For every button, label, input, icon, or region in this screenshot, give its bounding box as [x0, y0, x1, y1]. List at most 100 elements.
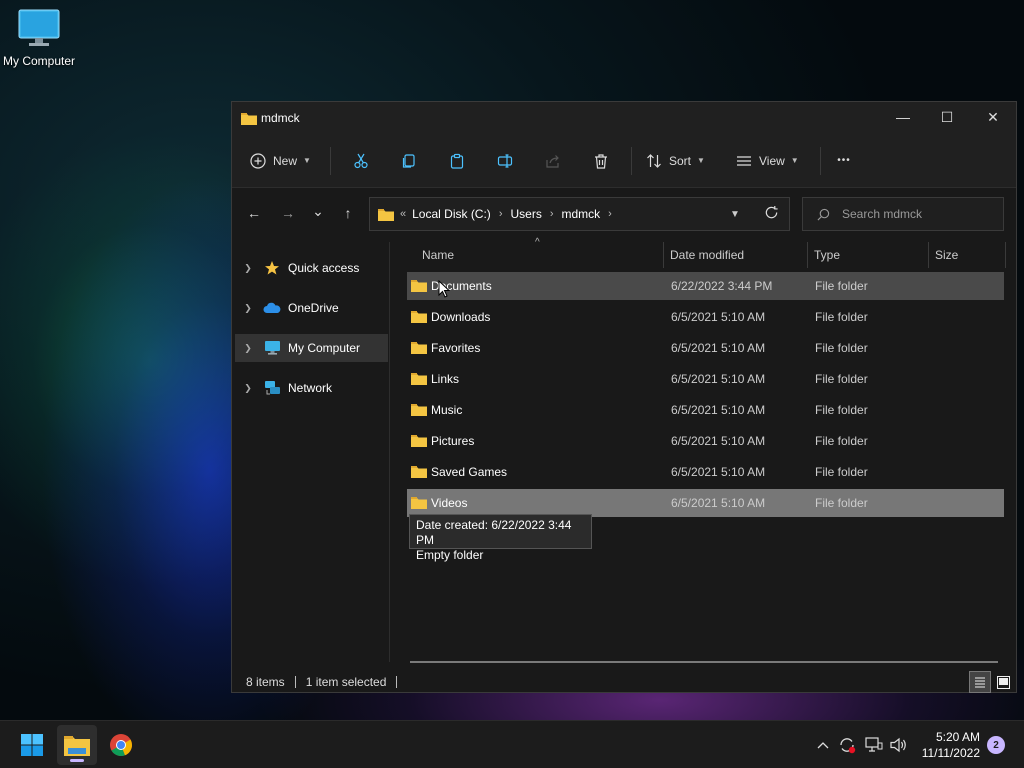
toolbar-divider — [820, 146, 821, 175]
network-icon — [261, 380, 283, 396]
folder-icon — [378, 208, 394, 221]
title-bar[interactable]: mdmck — ☐ ✕ — [232, 102, 1016, 134]
minimize-button[interactable]: — — [880, 102, 926, 132]
table-row[interactable]: Favorites 6/5/2021 5:10 AM File folder — [407, 334, 1004, 362]
file-name: Music — [431, 403, 463, 417]
volume-button[interactable] — [889, 735, 909, 755]
search-icon — [817, 208, 830, 220]
file-type: File folder — [815, 434, 868, 448]
taskbar-file-explorer[interactable] — [57, 725, 97, 765]
desktop-icon-label: My Computer — [2, 54, 76, 68]
rename-button[interactable] — [481, 145, 529, 177]
sync-status-button[interactable] — [837, 735, 857, 755]
breadcrumb-local-disk[interactable]: Local Disk (C:) — [412, 207, 491, 221]
column-divider[interactable] — [928, 242, 929, 268]
column-divider[interactable] — [663, 242, 664, 268]
expand-chevron-icon[interactable]: ❯ — [237, 303, 259, 314]
address-history-dropdown[interactable]: ▼ — [730, 209, 740, 220]
column-header-size[interactable]: Size — [935, 242, 995, 268]
delete-button[interactable] — [577, 145, 625, 177]
file-explorer-window: mdmck — ☐ ✕ New ▼ Sort ▼ View ▼ ••• ← → … — [231, 101, 1017, 693]
new-button[interactable]: New ▼ — [250, 145, 324, 177]
status-divider — [294, 676, 296, 688]
search-placeholder: Search mdmck — [842, 207, 923, 221]
sort-button[interactable]: Sort ▼ — [638, 145, 726, 177]
horizontal-scrollbar[interactable] — [410, 661, 998, 663]
cut-button[interactable] — [337, 145, 385, 177]
column-header-date-modified[interactable]: Date modified — [670, 242, 806, 268]
chevron-right-icon: › — [549, 208, 554, 220]
chevron-right-icon[interactable]: › — [608, 208, 612, 220]
maximize-button[interactable]: ☐ — [924, 102, 970, 132]
star-icon — [261, 260, 283, 276]
scissors-icon — [354, 153, 368, 168]
recent-locations-button[interactable]: ⌄ — [304, 197, 332, 225]
expand-chevron-icon[interactable]: ❯ — [237, 263, 259, 274]
sidebar-item-label: Network — [288, 381, 333, 395]
taskbar: 5:20 AM 11/11/2022 2 — [0, 720, 1024, 768]
computer-icon — [18, 9, 60, 46]
table-row[interactable]: Downloads 6/5/2021 5:10 AM File folder — [407, 303, 1004, 331]
details-view-button[interactable] — [969, 671, 991, 693]
file-name: Links — [431, 372, 460, 386]
more-options-button[interactable]: ••• — [827, 145, 861, 177]
active-app-indicator — [70, 759, 84, 762]
folder-icon — [411, 403, 427, 419]
up-button[interactable]: ↑ — [334, 199, 362, 227]
system-clock[interactable]: 5:20 AM 11/11/2022 — [918, 729, 980, 761]
new-label: New — [273, 153, 298, 168]
tooltip-date-created: Date created: 6/22/2022 3:44 PM — [416, 518, 572, 547]
table-row[interactable]: Music 6/5/2021 5:10 AM File folder — [407, 396, 1004, 424]
back-button[interactable]: ← — [240, 199, 268, 227]
notification-badge[interactable]: 2 — [987, 736, 1005, 754]
table-row[interactable]: Saved Games 6/5/2021 5:10 AM File folder — [407, 458, 1004, 486]
sidebar-item-my-computer[interactable]: ❯ My Computer — [235, 334, 388, 362]
taskbar-chrome[interactable] — [101, 725, 141, 765]
copy-icon — [402, 153, 415, 168]
expand-chevron-icon[interactable]: ❯ — [237, 383, 259, 394]
refresh-button[interactable] — [764, 205, 779, 220]
file-tooltip: Date created: 6/22/2022 3:44 PM Empty fo… — [409, 514, 592, 562]
table-row[interactable]: Documents 6/22/2022 3:44 PM File folder — [407, 272, 1004, 300]
chevron-up-icon — [817, 742, 829, 749]
windows-logo-icon — [21, 734, 43, 756]
address-overflow-icon[interactable]: « — [400, 208, 406, 220]
copy-button[interactable] — [385, 145, 433, 177]
file-name: Videos — [431, 496, 468, 510]
table-row[interactable]: Links 6/5/2021 5:10 AM File folder — [407, 365, 1004, 393]
chevron-down-icon: ▼ — [790, 156, 799, 165]
forward-button[interactable]: → — [274, 199, 302, 227]
sidebar-item-onedrive[interactable]: ❯ OneDrive — [235, 294, 388, 322]
preview-view-icon — [996, 675, 1010, 689]
computer-icon — [261, 340, 283, 356]
sidebar-item-quick-access[interactable]: ❯ Quick access — [235, 254, 388, 282]
file-date: 6/5/2021 5:10 AM — [671, 465, 766, 479]
network-status-button[interactable] — [864, 735, 884, 755]
table-row[interactable]: Pictures 6/5/2021 5:10 AM File folder — [407, 427, 1004, 455]
column-header-name[interactable]: Name — [422, 242, 662, 268]
search-box[interactable]: Search mdmck — [802, 197, 1004, 231]
tiles-view-button[interactable] — [992, 671, 1014, 693]
address-bar[interactable]: « Local Disk (C:) › Users › mdmck › ▼ — [369, 197, 790, 231]
column-divider[interactable] — [807, 242, 808, 268]
close-button[interactable]: ✕ — [970, 102, 1016, 132]
show-hidden-icons-button[interactable] — [813, 735, 833, 755]
share-button[interactable] — [529, 145, 577, 177]
expand-chevron-icon[interactable]: ❯ — [237, 343, 259, 354]
file-type: File folder — [815, 279, 868, 293]
paste-button[interactable] — [433, 145, 481, 177]
column-divider[interactable] — [1005, 242, 1006, 268]
clock-time: 5:20 AM — [935, 730, 980, 744]
file-date: 6/5/2021 5:10 AM — [671, 372, 766, 386]
view-button[interactable]: View ▼ — [726, 145, 814, 177]
breadcrumb-mdmck[interactable]: mdmck — [562, 207, 601, 221]
file-type: File folder — [815, 496, 868, 510]
desktop-icon-my-computer[interactable]: My Computer — [0, 8, 78, 68]
file-type: File folder — [815, 403, 868, 417]
sidebar-item-network[interactable]: ❯ Network — [235, 374, 388, 402]
column-header-type[interactable]: Type — [814, 242, 926, 268]
start-button[interactable] — [12, 725, 52, 765]
plus-circle-icon — [250, 152, 266, 169]
table-row[interactable]: Videos 6/5/2021 5:10 AM File folder — [407, 489, 1004, 517]
breadcrumb-users[interactable]: Users — [510, 207, 541, 221]
